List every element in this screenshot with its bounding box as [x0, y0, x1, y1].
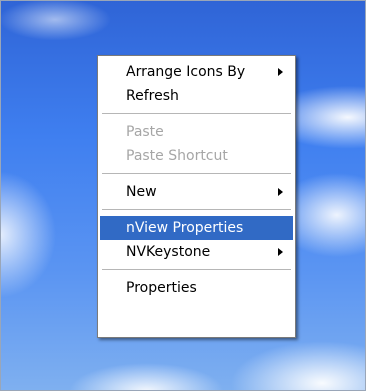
submenu-arrow-icon: [278, 188, 283, 196]
menu-separator: [102, 113, 291, 114]
menu-item-label: Arrange Icons By: [126, 64, 246, 80]
menu-item-paste-shortcut: Paste Shortcut: [100, 144, 293, 168]
menu-item-new[interactable]: New: [100, 180, 293, 204]
submenu-arrow-icon: [278, 248, 283, 256]
menu-item-nvkeystone[interactable]: NVKeystone: [100, 240, 293, 264]
menu-item-label: New: [126, 184, 157, 200]
menu-item-refresh[interactable]: Refresh: [100, 84, 293, 108]
menu-item-label: Paste: [126, 124, 164, 140]
menu-item-label: nView Properties: [126, 220, 244, 236]
menu-separator: [102, 173, 291, 174]
menu-item-label: NVKeystone: [126, 244, 211, 260]
menu-item-paste: Paste: [100, 120, 293, 144]
menu-item-label: Paste Shortcut: [126, 148, 228, 164]
menu-item-label: Refresh: [126, 88, 179, 104]
desktop-context-menu: Arrange Icons By Refresh Paste Paste Sho…: [97, 55, 296, 338]
menu-separator: [102, 209, 291, 210]
submenu-arrow-icon: [278, 68, 283, 76]
menu-item-label: Properties: [126, 280, 197, 296]
menu-item-nview-properties[interactable]: nView Properties: [100, 216, 293, 240]
menu-separator: [102, 269, 291, 270]
menu-item-arrange-icons-by[interactable]: Arrange Icons By: [100, 60, 293, 84]
menu-item-properties[interactable]: Properties: [100, 276, 293, 300]
